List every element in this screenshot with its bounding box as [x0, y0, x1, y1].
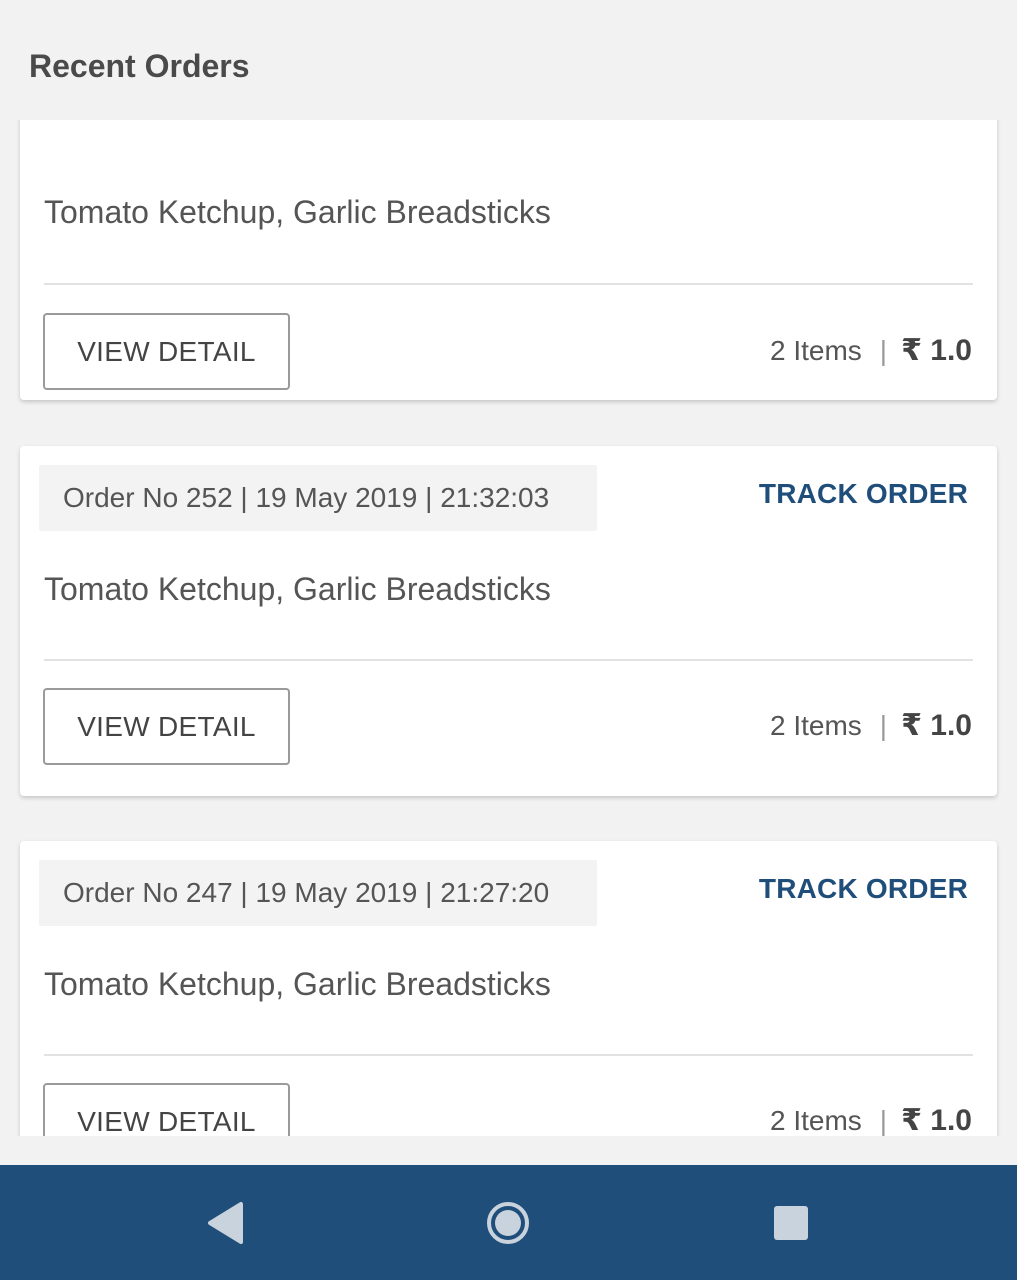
order-card: Order No 247 | 19 May 2019 | 21:27:20 TR… [20, 841, 997, 1136]
recent-apps-button[interactable] [761, 1195, 821, 1251]
summary-separator: | [879, 710, 888, 741]
summary-separator: | [879, 335, 888, 366]
order-items: Tomato Ketchup, Garlic Breadsticks [44, 571, 551, 607]
order-summary: 2 Items | ₹ 1.0 [770, 333, 972, 368]
divider [44, 659, 973, 661]
item-count: 2 Items [769, 335, 862, 366]
home-button[interactable] [478, 1195, 538, 1251]
back-triangle-icon [208, 1202, 243, 1244]
item-count: 2 Items [769, 710, 862, 741]
item-count: 2 Items [769, 1105, 862, 1136]
recent-square-icon [774, 1206, 808, 1240]
order-items: Tomato Ketchup, Garlic Breadsticks [44, 966, 551, 1002]
divider [44, 283, 973, 285]
order-summary: 2 Items | ₹ 1.0 [770, 708, 972, 743]
view-detail-button[interactable]: VIEW DETAIL [43, 313, 290, 390]
orders-list[interactable]: Tomato Ketchup, Garlic Breadsticks VIEW … [0, 120, 1017, 1136]
track-order-link[interactable]: TRACK ORDER [759, 478, 968, 510]
order-meta: Order No 252 | 19 May 2019 | 21:32:03 [39, 465, 597, 531]
summary-separator: | [879, 1105, 888, 1136]
order-items: Tomato Ketchup, Garlic Breadsticks [44, 194, 551, 230]
order-meta: Order No 247 | 19 May 2019 | 21:27:20 [39, 860, 597, 926]
home-circle-icon [487, 1202, 529, 1244]
view-detail-button[interactable]: VIEW DETAIL [43, 1083, 290, 1136]
order-summary: 2 Items | ₹ 1.0 [770, 1103, 972, 1136]
order-card: Order No 252 | 19 May 2019 | 21:32:03 TR… [20, 446, 997, 796]
system-navigation-bar [0, 1165, 1017, 1280]
order-price: ₹ 1.0 [901, 1104, 972, 1136]
app-header: Recent Orders [0, 0, 1017, 120]
order-price: ₹ 1.0 [901, 709, 972, 742]
page-title: Recent Orders [29, 48, 250, 84]
view-detail-button[interactable]: VIEW DETAIL [43, 688, 290, 765]
divider [44, 1054, 973, 1056]
back-button[interactable] [195, 1195, 255, 1251]
order-price: ₹ 1.0 [901, 334, 972, 367]
order-card: Tomato Ketchup, Garlic Breadsticks VIEW … [20, 120, 997, 400]
track-order-link[interactable]: TRACK ORDER [759, 873, 968, 905]
